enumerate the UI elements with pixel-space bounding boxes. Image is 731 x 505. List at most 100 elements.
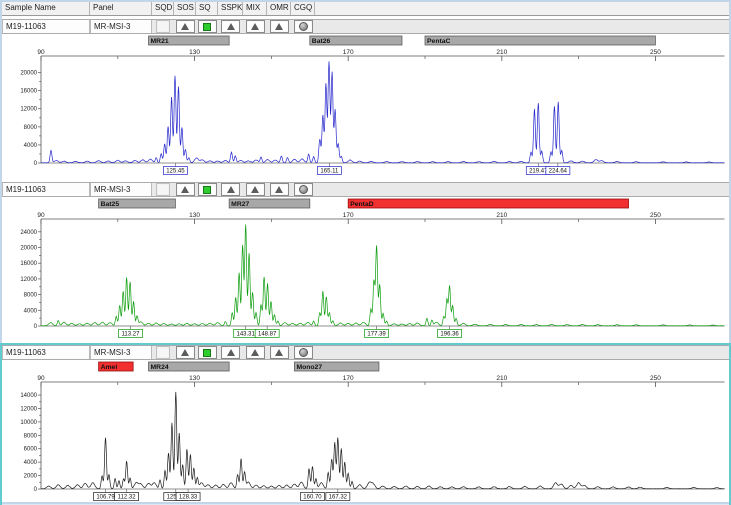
- sample-panel-block-1[interactable]: M19-11063MR-MSI-3MR21Bat26PentaC90130170…: [2, 19, 729, 179]
- ruler-tick-label: 210: [496, 212, 507, 219]
- sample-row[interactable]: M19-11063MR-MSI-3: [2, 345, 729, 360]
- column-header-sq: SQ: [196, 2, 218, 15]
- sample-row-filler: [315, 346, 729, 359]
- column-header-sos: SOS: [174, 2, 196, 15]
- triangle-icon: [181, 23, 189, 30]
- peak-size-label: 106.79: [96, 495, 115, 501]
- flag-sqd-empty: [156, 20, 170, 33]
- panel-name-cell[interactable]: MR-MSI-3: [90, 183, 152, 196]
- ruler-tick-label: 250: [650, 49, 661, 56]
- y-tick-label: 4000: [24, 460, 38, 466]
- ruler-tick-label: 130: [189, 212, 200, 219]
- marker-bar-pentad[interactable]: [348, 199, 628, 208]
- peak-size-label: 160.70: [303, 495, 322, 501]
- triangle-icon: [227, 186, 235, 193]
- ruler-tick-label: 170: [343, 375, 354, 382]
- sample-row-filler: [315, 183, 729, 196]
- green-square-icon: [203, 186, 211, 194]
- panel-name-cell[interactable]: MR-MSI-3: [90, 346, 152, 359]
- sample-row[interactable]: M19-11063MR-MSI-3: [2, 19, 729, 34]
- sample-row[interactable]: M19-11063MR-MSI-3: [2, 182, 729, 197]
- table-header: Sample Name Panel SQDSOSSQSSPKMIXOMRCGQ: [2, 2, 729, 16]
- flag-cell-cgq: [291, 183, 315, 196]
- marker-label-mr21: MR21: [151, 38, 169, 45]
- y-tick-label: 8000: [24, 293, 38, 299]
- circle-icon: [299, 185, 308, 194]
- flag-cgq-circle-icon[interactable]: [294, 183, 313, 196]
- electropherogram-chart[interactable]: MR21Bat26PentaC9013017021025004000800012…: [2, 35, 729, 179]
- peak-size-label: 167.32: [329, 495, 348, 501]
- flag-cell-sos: [174, 20, 196, 33]
- flag-sos-triangle-icon[interactable]: [176, 183, 195, 196]
- marker-label-pentad: PentaD: [350, 201, 374, 208]
- flag-omr-triangle-icon[interactable]: [270, 346, 289, 359]
- flag-omr-triangle-icon[interactable]: [270, 183, 289, 196]
- peak-size-label: 128.33: [179, 495, 198, 501]
- triangle-icon: [181, 186, 189, 193]
- sample-name-cell[interactable]: M19-11063: [2, 346, 90, 359]
- flag-sspk-triangle-icon[interactable]: [221, 183, 240, 196]
- flag-cgq-circle-icon[interactable]: [294, 20, 313, 33]
- flag-sos-triangle-icon[interactable]: [176, 346, 195, 359]
- flag-cell-sspk: [218, 346, 243, 359]
- y-tick-label: 16000: [20, 89, 37, 95]
- flag-sq-green-square-icon[interactable]: [198, 183, 217, 196]
- flag-cell-sqd: [152, 20, 174, 33]
- flag-cell-omr: [267, 20, 291, 33]
- peak-size-label: 113.27: [122, 332, 141, 338]
- peak-size-label: 112.32: [118, 495, 137, 501]
- ruler-tick-label: 210: [496, 49, 507, 56]
- column-header-omr: OMR: [267, 2, 291, 15]
- trace-line: [41, 225, 725, 326]
- flag-sos-triangle-icon[interactable]: [176, 20, 195, 33]
- flag-cgq-circle-icon[interactable]: [294, 346, 313, 359]
- y-tick-label: 0: [34, 487, 38, 493]
- y-tick-label: 6000: [24, 447, 38, 453]
- triangle-icon: [275, 23, 283, 30]
- flag-cell-sos: [174, 346, 196, 359]
- electropherogram-chart[interactable]: Bat25MR27PentaD9013017021025004000800012…: [2, 198, 729, 342]
- y-tick-label: 10000: [20, 420, 37, 426]
- triangle-icon: [227, 349, 235, 356]
- flag-sq-green-square-icon[interactable]: [198, 346, 217, 359]
- flag-cell-mix: [243, 346, 267, 359]
- ruler-tick-label: 250: [650, 212, 661, 219]
- marker-bar-pentac[interactable]: [425, 36, 655, 45]
- circle-icon: [299, 22, 308, 31]
- y-tick-label: 16000: [20, 261, 37, 267]
- sample-panel-block-2[interactable]: M19-11063MR-MSI-3Bat25MR27PentaD90130170…: [2, 182, 729, 342]
- ruler-tick-label: 130: [189, 375, 200, 382]
- triangle-icon: [181, 349, 189, 356]
- peak-size-label: 143.31: [236, 332, 255, 338]
- flag-omr-triangle-icon[interactable]: [270, 20, 289, 33]
- flag-cell-cgq: [291, 346, 315, 359]
- y-tick-label: 20000: [20, 246, 37, 252]
- flag-sq-green-square-icon[interactable]: [198, 20, 217, 33]
- column-header-sspk: SSPK: [218, 2, 243, 15]
- peak-size-label: 148.87: [258, 332, 277, 338]
- sample-panel-block-3[interactable]: M19-11063MR-MSI-3AmelMR24Mono27901301702…: [2, 345, 729, 505]
- flag-cell-sq: [196, 346, 218, 359]
- flag-sspk-triangle-icon[interactable]: [221, 20, 240, 33]
- panel-name-cell[interactable]: MR-MSI-3: [90, 20, 152, 33]
- electropherogram-chart[interactable]: AmelMR24Mono2790130170210250020004000600…: [2, 361, 729, 505]
- flag-sqd-empty: [156, 183, 170, 196]
- flag-mix-triangle-icon[interactable]: [246, 183, 265, 196]
- triangle-icon: [251, 186, 259, 193]
- marker-label-mono27: Mono27: [296, 364, 322, 371]
- sample-name-cell[interactable]: M19-11063: [2, 183, 90, 196]
- flag-cell-sq: [196, 20, 218, 33]
- flag-mix-triangle-icon[interactable]: [246, 20, 265, 33]
- marker-label-pentac: PentaC: [427, 38, 451, 45]
- triangle-icon: [251, 349, 259, 356]
- y-tick-label: 8000: [24, 125, 38, 131]
- column-header-panel: Panel: [90, 2, 152, 15]
- sample-name-cell[interactable]: M19-11063: [2, 20, 90, 33]
- triangle-icon: [275, 349, 283, 356]
- flag-cell-sqd: [152, 346, 174, 359]
- circle-icon: [299, 348, 308, 357]
- flag-sspk-triangle-icon[interactable]: [221, 346, 240, 359]
- green-square-icon: [203, 23, 211, 31]
- peak-size-label: 196.36: [440, 332, 459, 338]
- flag-mix-triangle-icon[interactable]: [246, 346, 265, 359]
